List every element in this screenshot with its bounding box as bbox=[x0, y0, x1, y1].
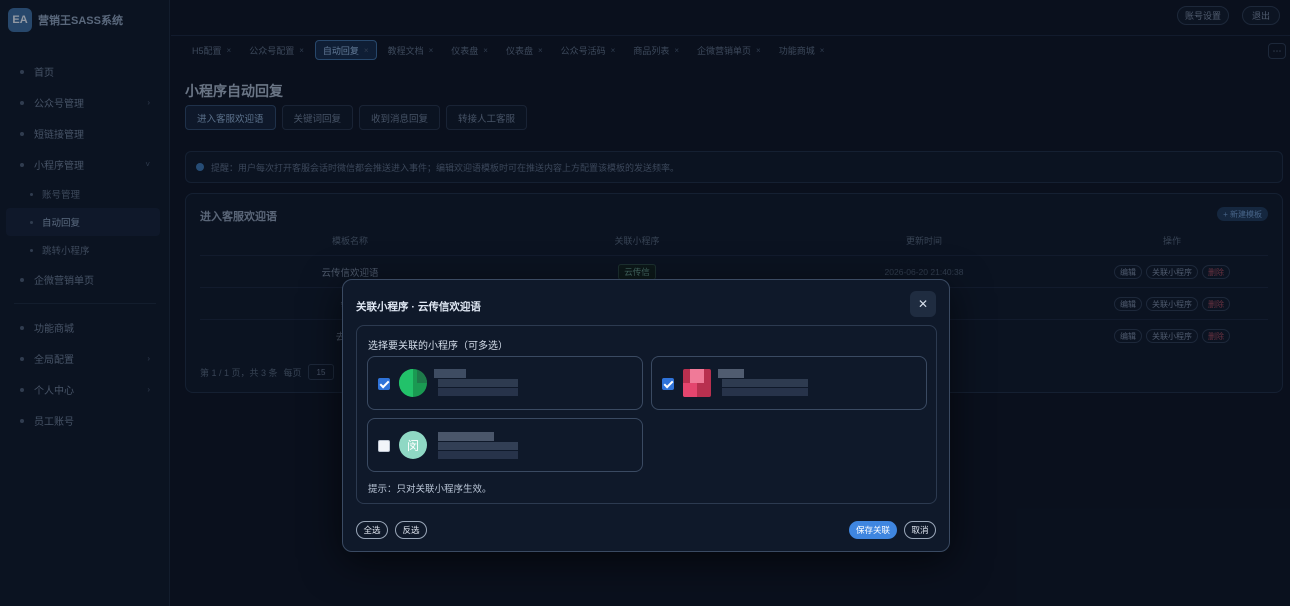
invert-selection-button[interactable]: 反选 bbox=[395, 521, 427, 539]
redacted-name bbox=[438, 442, 518, 450]
redacted-name bbox=[438, 379, 518, 387]
select-label: 选择要关联的小程序（可多选） bbox=[368, 341, 508, 352]
redacted-appid bbox=[438, 388, 518, 396]
miniprogram-avatar bbox=[683, 369, 711, 397]
save-link-button[interactable]: 保存关联 bbox=[849, 521, 897, 539]
redacted-name bbox=[438, 432, 494, 441]
redacted-name bbox=[718, 369, 744, 378]
dialog-hint: 提示：只对关联小程序生效。 bbox=[368, 484, 492, 495]
miniprogram-select-panel: 选择要关联的小程序（可多选） 闵 提示：只对关联小程序生效。 bbox=[356, 325, 937, 504]
app-root: EA 营销王SASS系统 首页 公众号管理 › 短链接管理 小程序管理 ˅ 账号管理… bbox=[0, 0, 1290, 606]
link-miniprogram-dialog: 关联小程序 · 云传信欢迎语 ✕ 选择要关联的小程序（可多选） 闵 提示：只对关… bbox=[342, 279, 950, 552]
cancel-button[interactable]: 取消 bbox=[904, 521, 936, 539]
miniprogram-option[interactable] bbox=[367, 356, 643, 410]
miniprogram-option[interactable]: 闵 bbox=[367, 418, 643, 472]
redacted-appid bbox=[722, 388, 808, 396]
redacted-appid bbox=[438, 451, 518, 459]
close-icon[interactable]: ✕ bbox=[910, 291, 936, 317]
option-checkbox[interactable] bbox=[378, 440, 390, 452]
option-checkbox[interactable] bbox=[378, 378, 390, 390]
dialog-title: 关联小程序 · 云传信欢迎语 bbox=[356, 301, 481, 313]
miniprogram-option[interactable] bbox=[651, 356, 927, 410]
option-checkbox[interactable] bbox=[662, 378, 674, 390]
redacted-name bbox=[722, 379, 808, 387]
redacted-name bbox=[434, 369, 466, 378]
miniprogram-avatar: 闵 bbox=[399, 431, 427, 459]
miniprogram-avatar bbox=[399, 369, 427, 397]
select-all-button[interactable]: 全选 bbox=[356, 521, 388, 539]
